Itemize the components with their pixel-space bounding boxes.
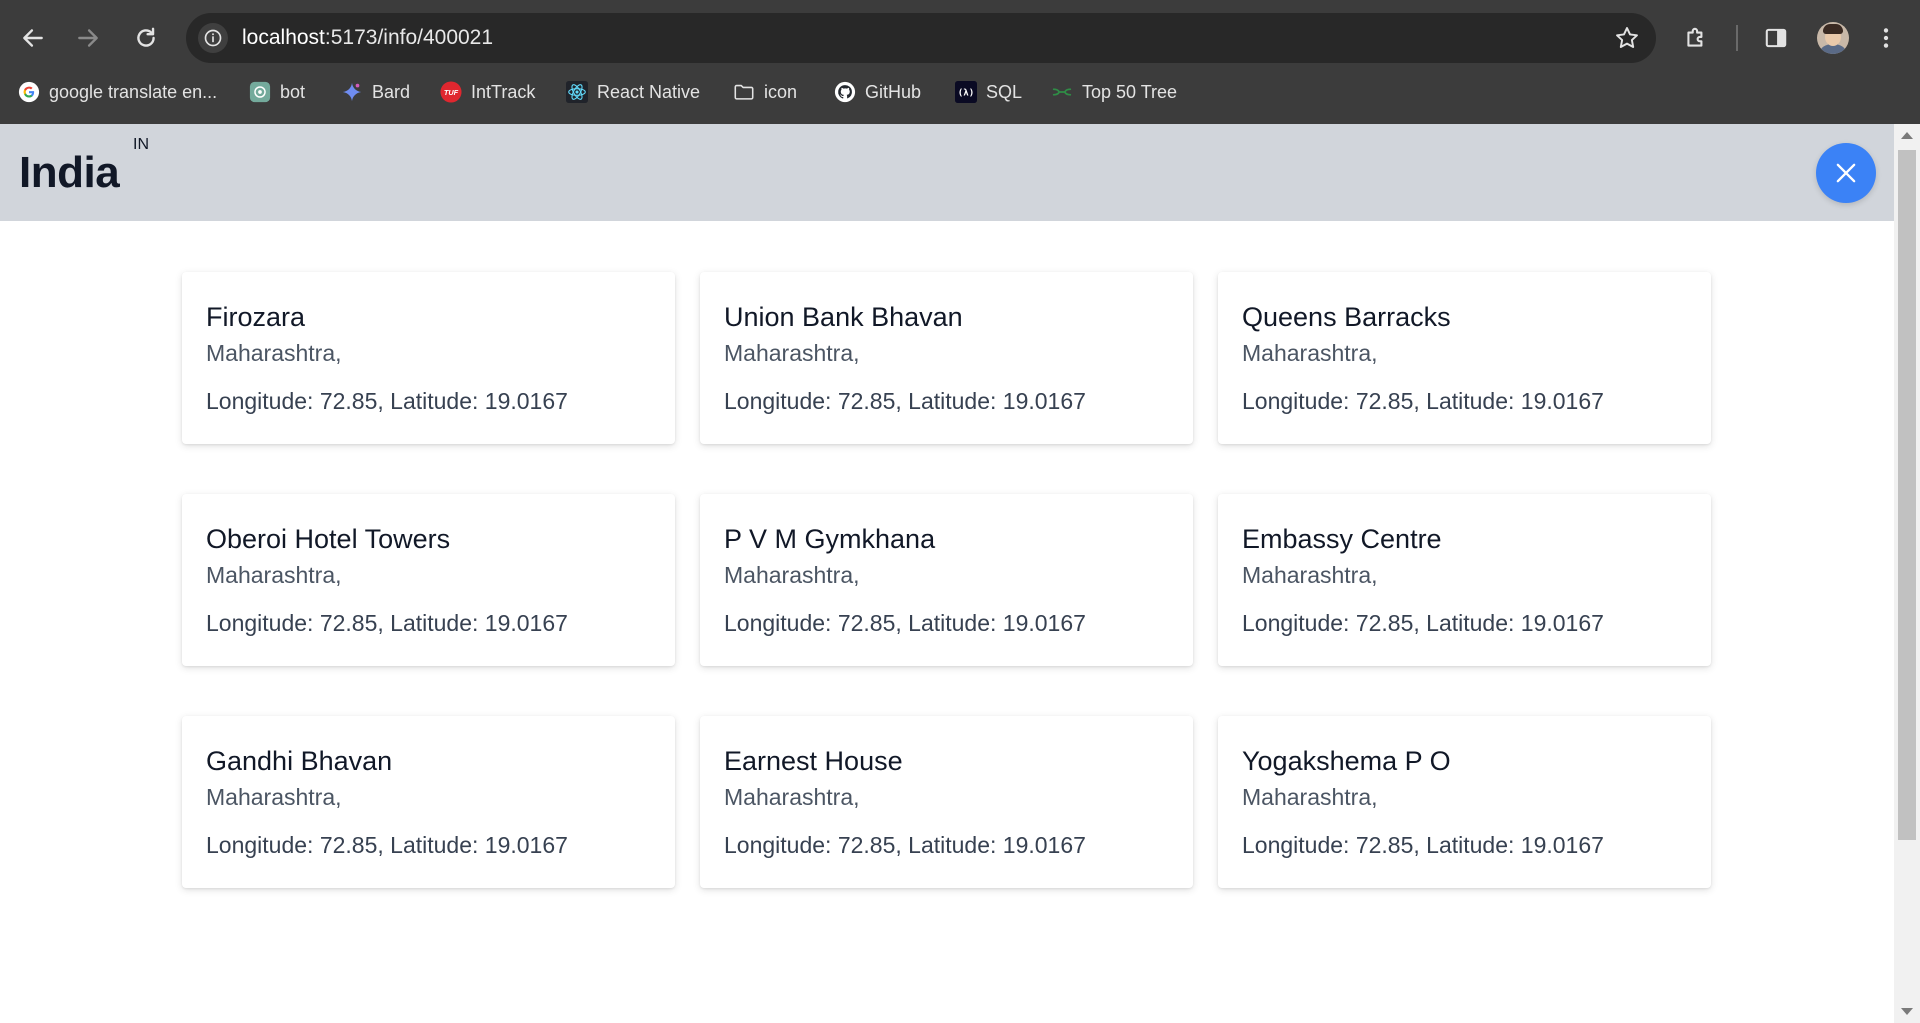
bookmark-label: IntTrack [471, 81, 536, 102]
folder-icon [733, 81, 755, 103]
location-state: Maharashtra, [206, 784, 342, 810]
bookmark-bard[interactable]: Bard [341, 74, 410, 110]
bookmark-label: google translate en... [49, 81, 218, 102]
location-grid: Firozara Maharashtra, Longitude: 72.85, … [182, 272, 1714, 888]
close-button[interactable] [1816, 143, 1876, 203]
location-coordinates: Longitude: 72.85, Latitude: 19.0167 [206, 388, 568, 414]
country-title: India [19, 148, 120, 197]
scroll-up-arrow-icon[interactable] [1901, 132, 1913, 139]
location-name: Union Bank Bhavan [724, 302, 963, 332]
github-icon [834, 81, 856, 103]
address-bar[interactable]: localhost:5173/info/400021 [186, 13, 1656, 63]
location-name: Earnest House [724, 746, 903, 776]
browser-chrome: localhost:5173/info/400021 google transl… [0, 0, 1920, 124]
site-info-icon[interactable] [198, 23, 228, 53]
kebab-menu-icon [1883, 28, 1889, 48]
react-icon [566, 81, 588, 103]
reload-icon [137, 27, 155, 47]
extensions-button[interactable] [1676, 18, 1716, 58]
location-state: Maharashtra, [724, 340, 860, 366]
bookmark-folder-icon[interactable]: icon [733, 74, 797, 110]
location-state: Maharashtra, [724, 562, 860, 588]
url-host: localhost [242, 26, 325, 49]
location-name: Yogakshema P O [1242, 746, 1451, 776]
scrollbar-thumb[interactable] [1898, 150, 1916, 840]
country-header: India IN [0, 124, 1894, 221]
location-name: Queens Barracks [1242, 302, 1451, 332]
bookmark-star-icon[interactable] [1614, 25, 1640, 51]
browser-toolbar: localhost:5173/info/400021 [0, 0, 1920, 74]
bookmark-react-native[interactable]: React Native [566, 74, 700, 110]
bookmark-bot[interactable]: bot [249, 74, 305, 110]
country-code: IN [133, 136, 149, 153]
bookmark-label: SQL [986, 81, 1023, 102]
location-card[interactable]: Earnest House Maharashtra, Longitude: 72… [700, 716, 1193, 888]
side-panel-button[interactable] [1756, 18, 1796, 58]
toolbar-divider [1736, 25, 1738, 51]
browser-menu-button[interactable] [1866, 18, 1906, 58]
profile-avatar[interactable] [1817, 22, 1849, 54]
location-state: Maharashtra, [206, 340, 342, 366]
location-card[interactable]: Firozara Maharashtra, Longitude: 72.85, … [182, 272, 675, 444]
bookmark-inttrack[interactable]: TUF IntTrack [440, 74, 535, 110]
location-coordinates: Longitude: 72.85, Latitude: 19.0167 [206, 832, 568, 858]
location-state: Maharashtra, [1242, 562, 1378, 588]
location-coordinates: Longitude: 72.85, Latitude: 19.0167 [724, 832, 1086, 858]
bookmark-label: Top 50 Tree [1082, 81, 1178, 102]
location-coordinates: Longitude: 72.85, Latitude: 19.0167 [206, 610, 568, 636]
forward-button[interactable] [68, 18, 108, 58]
bookmark-top-50-tree[interactable]: Top 50 Tree [1051, 74, 1177, 110]
location-coordinates: Longitude: 72.85, Latitude: 19.0167 [1242, 610, 1604, 636]
svg-text:(λ): (λ) [958, 88, 975, 99]
location-state: Maharashtra, [724, 784, 860, 810]
location-state: Maharashtra, [1242, 340, 1378, 366]
location-coordinates: Longitude: 72.85, Latitude: 19.0167 [724, 610, 1086, 636]
sql-icon: (λ) [955, 81, 977, 103]
side-panel-icon [1765, 28, 1787, 48]
location-name: Oberoi Hotel Towers [206, 524, 451, 554]
location-coordinates: Longitude: 72.85, Latitude: 19.0167 [1242, 388, 1604, 414]
location-card[interactable]: Gandhi Bhavan Maharashtra, Longitude: 72… [182, 716, 675, 888]
bookmark-label: bot [280, 81, 306, 102]
arrow-left-icon [23, 29, 43, 47]
location-card[interactable]: Queens Barracks Maharashtra, Longitude: … [1218, 272, 1711, 444]
url-path: :5173/info/400021 [324, 26, 494, 49]
url-text[interactable]: localhost:5173/info/400021 [242, 13, 493, 63]
tuf-icon: TUF [440, 81, 462, 103]
location-name: Gandhi Bhavan [206, 746, 393, 776]
scroll-down-arrow-icon[interactable] [1901, 1008, 1913, 1015]
location-name: Firozara [206, 302, 306, 332]
page-viewport: India IN Firozara Maharashtra, Longitude… [0, 124, 1894, 1023]
bard-sparkle-icon [341, 81, 363, 103]
bookmark-label: Bard [372, 81, 411, 102]
bookmark-label: GitHub [865, 81, 922, 102]
bookmark-sql[interactable]: (λ) SQL [955, 74, 1022, 110]
reload-button[interactable] [126, 18, 166, 58]
location-card[interactable]: Yogakshema P O Maharashtra, Longitude: 7… [1218, 716, 1711, 888]
svg-text:TUF: TUF [444, 88, 459, 97]
back-button[interactable] [13, 18, 53, 58]
bookmarks-bar: google translate en... bot Bard TUF IntT… [0, 74, 1920, 124]
location-card[interactable]: Embassy Centre Maharashtra, Longitude: 7… [1218, 494, 1711, 666]
bookmark-label: icon [764, 81, 798, 102]
puzzle-icon [1687, 27, 1703, 47]
location-name: Embassy Centre [1242, 524, 1442, 554]
location-coordinates: Longitude: 72.85, Latitude: 19.0167 [1242, 832, 1604, 858]
location-card[interactable]: Oberoi Hotel Towers Maharashtra, Longitu… [182, 494, 675, 666]
chatgpt-icon [249, 81, 271, 103]
location-card[interactable]: Union Bank Bhavan Maharashtra, Longitude… [700, 272, 1193, 444]
close-icon [1836, 163, 1856, 183]
bookmark-google-translate[interactable]: google translate en... [18, 74, 217, 110]
bookmark-label: React Native [597, 81, 701, 102]
google-icon [18, 81, 40, 103]
arrow-right-icon [78, 29, 98, 47]
bookmark-github[interactable]: GitHub [834, 74, 921, 110]
location-state: Maharashtra, [206, 562, 342, 588]
page-scrollbar[interactable] [1894, 124, 1920, 1023]
location-card[interactable]: P V M Gymkhana Maharashtra, Longitude: 7… [700, 494, 1193, 666]
location-coordinates: Longitude: 72.85, Latitude: 19.0167 [724, 388, 1086, 414]
location-name: P V M Gymkhana [724, 524, 936, 554]
tree-icon [1051, 81, 1073, 103]
location-state: Maharashtra, [1242, 784, 1378, 810]
